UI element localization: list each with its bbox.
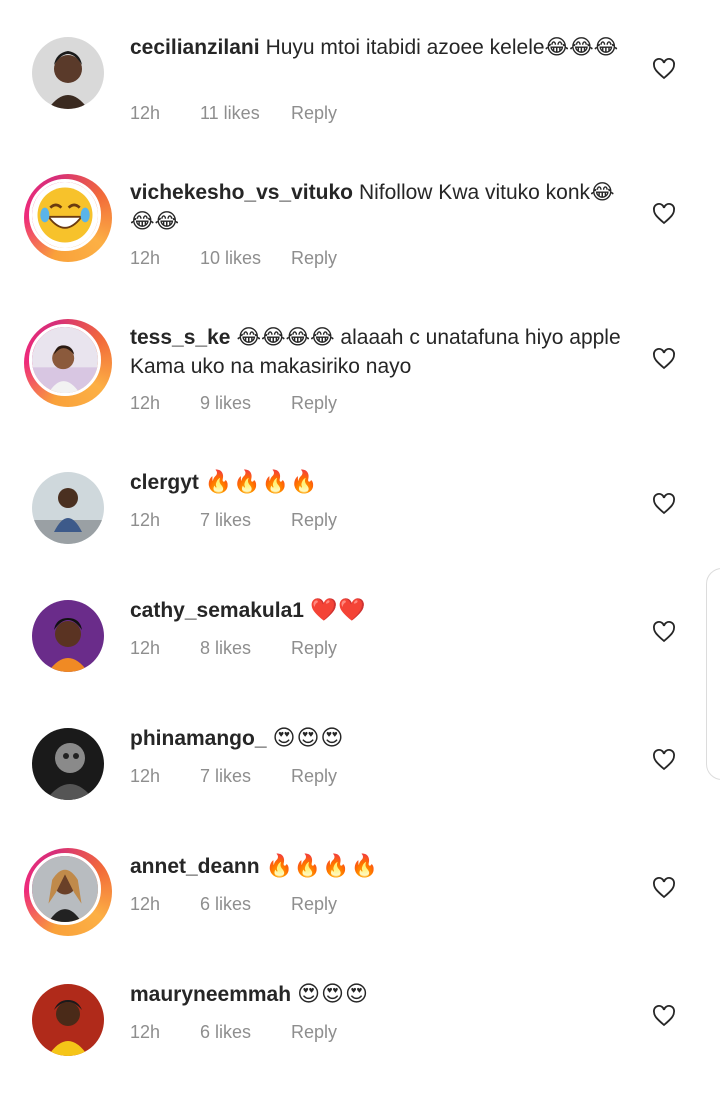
comment-text-block: annet_deann 🔥🔥🔥🔥 xyxy=(130,852,630,881)
comment-meta: 12h 7 likes Reply xyxy=(130,766,337,787)
comment-text-block: clergyt 🔥🔥🔥🔥 xyxy=(130,468,630,497)
comment-likes[interactable]: 7 likes xyxy=(200,766,291,787)
comment-time: 12h xyxy=(130,1022,161,1042)
like-heart-icon[interactable] xyxy=(652,492,676,516)
like-heart-icon[interactable] xyxy=(652,202,676,226)
comment-body: Huyu mtoi itabidi azoee kelele😂😂😂 xyxy=(265,36,619,59)
comment-meta: 12h 10 likes Reply xyxy=(130,248,337,269)
comment-time: 12h xyxy=(130,894,161,914)
like-heart-icon[interactable] xyxy=(652,57,676,81)
comment-time: 12h xyxy=(130,103,161,123)
reply-button[interactable]: Reply xyxy=(291,638,337,659)
comment-username[interactable]: cecilianzilani xyxy=(130,36,260,59)
reply-button[interactable]: Reply xyxy=(291,103,337,124)
comment-likes[interactable]: 9 likes xyxy=(200,393,291,414)
comment-likes[interactable]: 7 likes xyxy=(200,510,291,531)
avatar[interactable] xyxy=(32,728,104,800)
man-bw-portrait-icon xyxy=(32,728,104,800)
woman-portrait-icon xyxy=(32,37,104,109)
comment-username[interactable]: vichekesho_vs_vituko xyxy=(130,181,353,204)
like-heart-icon[interactable] xyxy=(652,620,676,644)
avatar-story-ring[interactable] xyxy=(24,848,112,936)
comment-username[interactable]: annet_deann xyxy=(130,855,260,878)
avatar-story-ring[interactable] xyxy=(24,174,112,262)
like-heart-icon[interactable] xyxy=(652,347,676,371)
comment-likes[interactable]: 6 likes xyxy=(200,894,291,915)
comment-body: 🔥🔥🔥🔥 xyxy=(204,470,319,495)
woman-portrait-icon xyxy=(32,600,104,672)
comment-body: 🔥🔥🔥🔥 xyxy=(265,854,380,879)
comment-likes[interactable]: 11 likes xyxy=(200,103,291,124)
comment-text-block: phinamango_ 😍😍😍 xyxy=(130,724,630,753)
comment-username[interactable]: cathy_semakula1 xyxy=(130,599,304,622)
comment-likes[interactable]: 10 likes xyxy=(200,248,291,269)
comment-username[interactable]: mauryneemmah xyxy=(130,983,291,1006)
comment-meta: 12h 9 likes Reply xyxy=(130,393,337,414)
comment-meta: 12h 6 likes Reply xyxy=(130,894,337,915)
like-heart-icon[interactable] xyxy=(652,748,676,772)
woman-braids-portrait-icon xyxy=(29,853,101,925)
comment-text-block: vichekesho_vs_vituko Nifollow Kwa vituko … xyxy=(130,178,630,236)
reply-button[interactable]: Reply xyxy=(291,510,337,531)
comment-text-block: cecilianzilani Huyu mtoi itabidi azoee ke… xyxy=(130,33,630,62)
comment-username[interactable]: phinamango_ xyxy=(130,727,267,750)
avatar[interactable] xyxy=(32,984,104,1056)
reply-button[interactable]: Reply xyxy=(291,248,337,269)
comment-text-block: cathy_semakula1 ❤️❤️ xyxy=(130,596,630,625)
like-heart-icon[interactable] xyxy=(652,1004,676,1028)
comment-time: 12h xyxy=(130,248,161,268)
avatar[interactable] xyxy=(32,600,104,672)
avatar-story-ring[interactable] xyxy=(24,319,112,407)
comment-body: 😍😍😍 xyxy=(272,726,345,751)
comment-username[interactable]: tess_s_ke xyxy=(130,326,230,349)
reply-button[interactable]: Reply xyxy=(291,393,337,414)
comment-body: ❤️❤️ xyxy=(309,598,367,623)
comment-likes[interactable]: 8 likes xyxy=(200,638,291,659)
reply-button[interactable]: Reply xyxy=(291,894,337,915)
side-panel-edge[interactable] xyxy=(706,568,720,780)
laughing-emoji-icon xyxy=(29,179,101,251)
comment-text-block: tess_s_ke 😂😂😂😂 alaaah c unatafuna hiyo ap… xyxy=(130,323,630,381)
like-heart-icon[interactable] xyxy=(652,876,676,900)
reply-button[interactable]: Reply xyxy=(291,766,337,787)
girl-portrait-icon xyxy=(29,324,101,396)
person-outdoor-icon xyxy=(32,472,104,544)
comment-time: 12h xyxy=(130,766,161,786)
comment-time: 12h xyxy=(130,638,161,658)
comment-meta: 12h 11 likes Reply xyxy=(130,103,337,124)
comment-username[interactable]: clergyt xyxy=(130,471,199,494)
avatar[interactable] xyxy=(32,472,104,544)
reply-button[interactable]: Reply xyxy=(291,1022,337,1043)
comment-text-block: mauryneemmah 😍😍😍 xyxy=(130,980,630,1009)
woman-yellow-portrait-icon xyxy=(32,984,104,1056)
comment-time: 12h xyxy=(130,393,161,413)
comment-time: 12h xyxy=(130,510,161,530)
comment-meta: 12h 6 likes Reply xyxy=(130,1022,337,1043)
comment-body: 😍😍😍 xyxy=(297,982,369,1007)
comment-meta: 12h 8 likes Reply xyxy=(130,638,337,659)
avatar[interactable] xyxy=(32,37,104,109)
comment-meta: 12h 7 likes Reply xyxy=(130,510,337,531)
comment-likes[interactable]: 6 likes xyxy=(200,1022,291,1043)
